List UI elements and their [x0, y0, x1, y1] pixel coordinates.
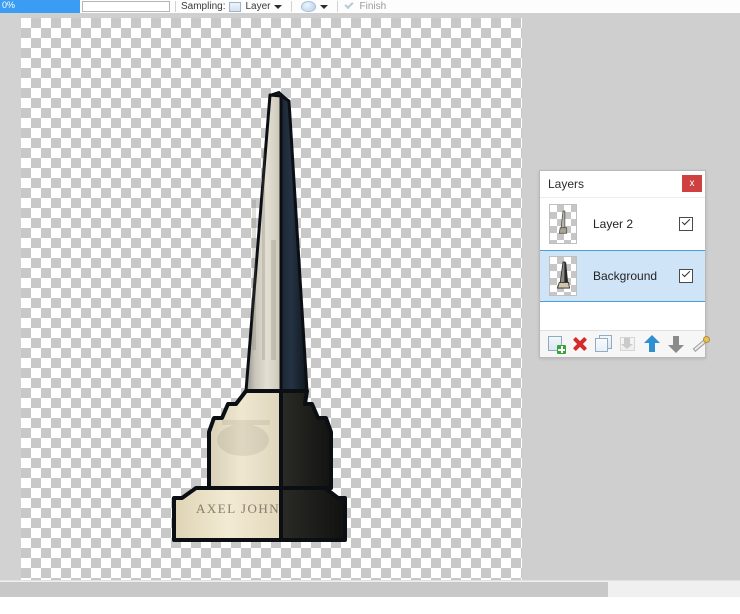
slider-value-label: 0% — [2, 0, 16, 10]
image-canvas[interactable]: AXEL JOHN AXEL JOHN — [21, 18, 522, 580]
add-layer-icon[interactable] — [547, 335, 566, 354]
layer-list-empty-area — [540, 302, 705, 331]
layer-visibility-checkbox[interactable] — [679, 269, 693, 283]
layer-name: Layer 2 — [593, 217, 634, 231]
toolbar-separator-3 — [337, 1, 339, 12]
merge-down-icon — [619, 335, 637, 353]
layer-row-layer-2[interactable]: Layer 2 — [540, 198, 705, 250]
svg-text:AXEL JOHN: AXEL JOHN — [196, 501, 280, 516]
numeric-value-input[interactable] — [82, 1, 170, 12]
layer-thumbnail — [549, 256, 577, 296]
obelisk-monument-artwork: AXEL JOHN AXEL JOHN — [172, 90, 347, 542]
toolbar-separator-1 — [175, 1, 176, 12]
horizontal-scrollbar-thumb[interactable] — [0, 582, 608, 597]
finish-button[interactable]: Finish — [359, 0, 386, 13]
left-gutter — [0, 13, 21, 597]
layer-thumbnail — [549, 204, 577, 244]
delete-icon[interactable] — [571, 335, 589, 353]
chevron-down-icon[interactable] — [274, 4, 283, 9]
close-icon[interactable]: x — [682, 175, 702, 192]
sampling-label: Sampling: — [181, 1, 226, 12]
layer-row-background[interactable]: Background — [540, 250, 705, 302]
arrow-up-icon[interactable] — [643, 335, 661, 353]
layers-panel-toolbar — [540, 331, 710, 357]
layer-swatch-icon — [229, 1, 242, 12]
tolerance-slider[interactable]: 0% — [0, 0, 80, 13]
layer-list: Layer 2 Background — [540, 198, 705, 331]
tool-options-toolbar: 0% Sampling: Layer Finish — [0, 0, 740, 13]
layer-thumbnail-art — [556, 261, 570, 289]
panel-title: Layers — [548, 177, 585, 191]
layer-name: Background — [593, 269, 658, 283]
toolbar-separator-2 — [291, 1, 293, 12]
duplicate-icon[interactable] — [595, 335, 613, 353]
layer-thumbnail-art — [558, 210, 568, 234]
wand-icon[interactable] — [691, 335, 710, 353]
horizontal-scrollbar[interactable] — [0, 580, 740, 597]
brush-blob-icon[interactable] — [301, 1, 317, 12]
layers-panel-header: Layers x — [540, 171, 705, 198]
layers-panel: Layers x Layer 2 Background — [539, 170, 710, 358]
image-editor-window: 0% Sampling: Layer Finish AXEL JOHN AXEL… — [0, 0, 740, 614]
check-icon — [343, 1, 356, 12]
sampling-mode-value[interactable]: Layer — [245, 0, 270, 13]
arrow-down-icon[interactable] — [667, 335, 685, 353]
layer-visibility-checkbox[interactable] — [679, 217, 693, 231]
chevron-down-icon-2[interactable] — [320, 4, 329, 9]
